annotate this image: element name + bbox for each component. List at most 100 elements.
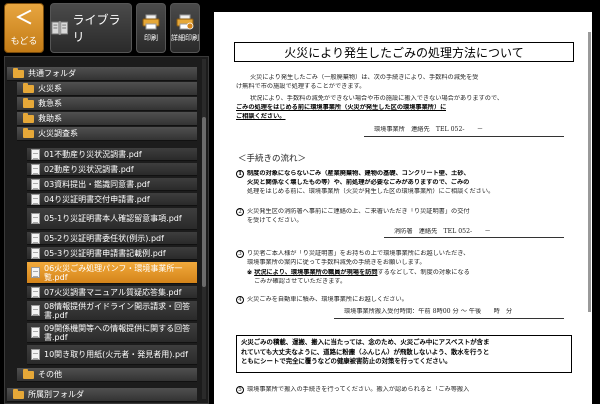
tree-file-label: 04り災証明書交付申請書.pdf: [44, 194, 150, 204]
step-1-line: 火災と関係なく壊したもの等）や、前処理が必要なごみがありますので、ごみの: [247, 179, 470, 186]
chevron-left-icon: ＜: [15, 7, 33, 29]
folder-icon: [23, 368, 34, 379]
step-4-hours: 環境事業所搬入受付時間：午前 8時00 分 ～ 午後 時 分: [344, 308, 513, 315]
intro-bold-line: ごみの処理をはじめる前に環境事業所（火災が発生した区の環境事業所）に: [236, 104, 447, 111]
tree-folder-other[interactable]: その他: [17, 368, 197, 382]
intro-line: 状況により、手数料の減免ができない場合や市の施設に搬入できない場合がありますので…: [250, 95, 504, 102]
tree-file-item[interactable]: 07火災調書マニュアル質疑応答集.pdf: [27, 286, 197, 299]
tree-folder-ems[interactable]: 救急系: [17, 97, 197, 111]
tree-file-label: 10関き取り用紙(火元者・発見者用).pdf: [44, 350, 188, 359]
tree-folder-label: 火災系: [38, 84, 62, 93]
contact-underline: [384, 237, 564, 238]
document-icon: [31, 148, 40, 160]
tree-file-label: 05-2り災証明書委任状(例示).pdf: [44, 233, 164, 243]
tree-file-label: 05-1り災証明書本人確認留意事項.pdf: [44, 214, 182, 223]
tree-file-item[interactable]: 10関き取り用紙(火元者・発見者用).pdf: [27, 345, 197, 365]
tree-file-item[interactable]: 01不動産り災状況調書.pdf: [27, 148, 197, 161]
tree-folder-fire-investigation[interactable]: 火災調査系: [17, 127, 197, 141]
document-title: 火災により発生したごみの処理方法について: [234, 42, 574, 62]
intro-bold-line: ご相談ください。: [236, 113, 286, 120]
document-icon: [31, 327, 40, 338]
document-icon: [31, 305, 40, 316]
print-label: 印刷: [144, 33, 158, 42]
tree-file-label: 03資料提出・鑑識同意書.pdf: [44, 179, 150, 189]
hours-underline: [334, 318, 564, 319]
tree-file-label: 02動産り災状況調書.pdf: [44, 164, 134, 174]
tree-file-item[interactable]: 02動産り災状況調書.pdf: [27, 163, 197, 176]
step-4-line: 4 火災ごみを自動車に積み、環境事業所にお越しください。: [236, 296, 408, 305]
tree-file-label: 08情報提供ガイドライン開示請求・回答書.pdf: [44, 301, 191, 320]
step-number-1: 1: [236, 170, 244, 178]
tree-folder-label: 所属別フォルダ: [28, 390, 84, 399]
tree-folder-label: その他: [38, 370, 62, 379]
document-icon: [31, 286, 40, 298]
tree-file-label: 05-3り災証明書申請書記載例.pdf: [44, 248, 166, 258]
step-3-line: 環境事業所の案内に従って手数料減免の手続きをお願いします。: [247, 259, 426, 266]
document-icon: [31, 232, 40, 244]
folder-icon: [13, 388, 24, 399]
folder-icon: [13, 67, 24, 78]
step-3-line: ごみか確認させていただきます。: [254, 278, 347, 285]
file-tree-sidebar: 共通フォルダ 火災系 救急系 救助系 火災調査系 01不動産り災状況調書.pdf…: [4, 56, 209, 404]
step-number-3: 3: [236, 250, 244, 258]
pdf-viewer[interactable]: 火災により発生したごみの処理方法について 火災により発生したごみ（一般廃棄物）は…: [214, 12, 592, 404]
section-heading: ＜手続きの流れ＞: [238, 154, 307, 164]
tree-file-label: 01不動産り災状況調書.pdf: [44, 149, 142, 159]
tree-folder-rescue[interactable]: 救助系: [17, 112, 197, 126]
step-3-line: ※ 状況により、環境事業所の職員が現場を訪問するなどして、制度の対象になる: [247, 269, 470, 276]
tree-file-item[interactable]: 03資料提出・鑑識同意書.pdf: [27, 178, 197, 191]
intro-line: け無料で市の施設で処理することができます。: [236, 83, 366, 90]
tree-file-label: 07火災調書マニュアル質疑応答集.pdf: [44, 287, 182, 297]
print-button[interactable]: 印刷: [136, 3, 166, 53]
folder-icon: [23, 82, 34, 93]
step-2-line: 2 火災発生区の消防署へ事前にご連絡の上、ご来署いただき「り災証明書」の交付: [236, 208, 470, 217]
intro-line: 火災により発生したごみ（一般廃棄物）は、次の手続きにより、手数料の減免を受: [250, 74, 479, 81]
tree-file-item[interactable]: 05-2り災証明書委任状(例示).pdf: [27, 232, 197, 245]
tree-folder-label: 共通フォルダ: [28, 69, 76, 78]
tree-file-item[interactable]: 08情報提供ガイドライン開示請求・回答書.pdf: [27, 301, 197, 321]
detail-print-label: 詳細印刷: [171, 33, 199, 42]
asbestos-caution-box: 火災ごみの積載、運搬、搬入に当たっては、念のため、火災ごみ中にアスベストが含ま …: [236, 335, 572, 373]
document-icon: [31, 349, 40, 360]
document-icon: [31, 267, 40, 278]
tree-file-item[interactable]: 05-3り災証明書申請書記載例.pdf: [27, 247, 197, 260]
document-icon: [31, 213, 40, 224]
library-book-icon: [51, 21, 69, 35]
tree-file-label: 06火災ごみ処理パンフ・環境事業所一覧.pdf: [44, 263, 183, 282]
folder-open-icon: [23, 127, 34, 138]
contact-env-office: 環境事業所 連絡先 TEL 052- －: [374, 126, 484, 133]
tree-file-item[interactable]: 04り災証明書交付申請書.pdf: [27, 193, 197, 206]
back-button[interactable]: ＜ もどる: [4, 3, 44, 53]
step-3-line: 3 り災者ご本人様が「り災証明書」をお持ちの上で環境事業所にお越しいただき、: [236, 250, 469, 259]
tree-file-item[interactable]: 09関係機関等への情報提供に関する回答書.pdf: [27, 323, 197, 343]
tree-folder-label: 救助系: [38, 114, 62, 123]
document-icon: [31, 247, 40, 259]
document-icon: [31, 178, 40, 190]
step-number-2: 2: [236, 208, 244, 216]
tree-folder-fire[interactable]: 火災系: [17, 82, 197, 96]
sidebar-scrollbar-thumb[interactable]: [202, 117, 206, 287]
tree-file-label: 09関係機関等への情報提供に関する回答書.pdf: [44, 323, 191, 342]
step-number-4: 4: [236, 296, 244, 304]
document-icon: [31, 163, 40, 175]
back-label: もどる: [10, 36, 38, 47]
step-5-line: 5 環境事業所で搬入の手続きを行ってください。搬入が認められると「ごみ等搬入: [236, 386, 469, 395]
step-2-line: を受けてください。: [247, 217, 303, 224]
printer-icon: [142, 14, 160, 29]
tree-folder-by-department[interactable]: 所属別フォルダ: [7, 388, 197, 402]
document-scrollbar[interactable]: [588, 32, 591, 312]
document-icon: [31, 193, 40, 205]
tree-file-item[interactable]: 05-1り災証明書本人確認留意事項.pdf: [27, 208, 197, 230]
tree-folder-label: 火災調査系: [38, 129, 78, 138]
library-button[interactable]: ライブラリ: [50, 3, 132, 53]
step-1-line: 1 制度の対象にならないごみ（産業廃棄物、建物の基礎、コンクリート壁、土砂、: [236, 170, 470, 179]
tree-file-item-selected[interactable]: 06火災ごみ処理パンフ・環境事業所一覧.pdf: [27, 262, 197, 284]
step-1-line: 処理をはじめる前に、環境事業所（火災が発生した区の環境事業所）にご相談ください。: [247, 188, 495, 195]
contact-fire-station: 消防署 連絡先 TEL 052- －: [394, 228, 491, 235]
contact-underline: [364, 136, 564, 137]
detail-print-button[interactable]: 詳細印刷: [170, 3, 200, 53]
detail-printer-icon: [176, 14, 194, 29]
step-number-5: 5: [236, 386, 244, 394]
library-label: ライブラリ: [72, 13, 121, 44]
tree-folder-common[interactable]: 共通フォルダ: [7, 67, 197, 81]
